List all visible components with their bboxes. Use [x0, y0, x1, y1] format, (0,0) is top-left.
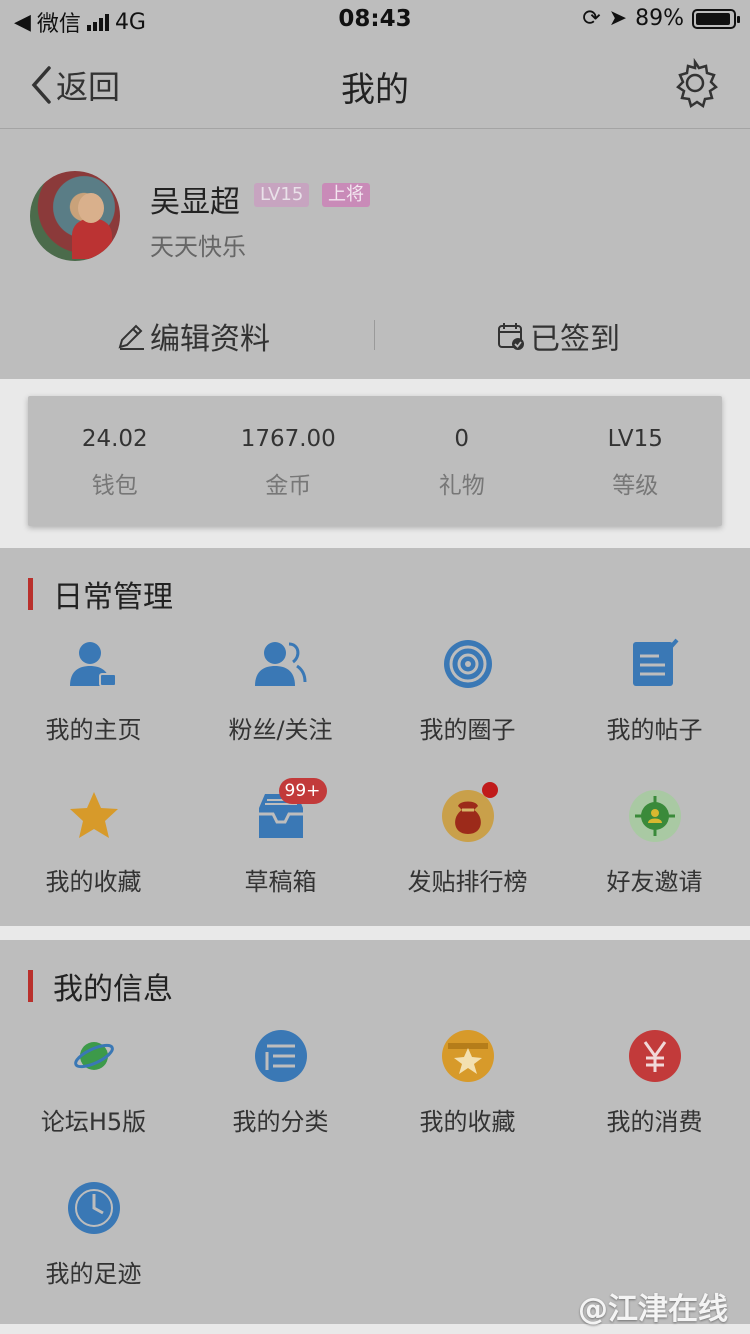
navigation-bar: 返回 我的	[0, 40, 750, 129]
edit-profile-label: 编辑资料	[150, 322, 270, 357]
battery-percent: 89%	[635, 6, 684, 31]
menu-item-my-collection[interactable]: 我的收藏	[374, 1028, 561, 1137]
star-icon	[69, 792, 118, 838]
stats-card: 24.02 钱包 1767.00 金币 0 礼物 LV15 等级	[28, 396, 722, 526]
menu-item-fans-follow[interactable]: 粉丝/关注	[187, 636, 374, 745]
category-list-icon	[254, 1030, 307, 1082]
menu-item-label: 草稿箱	[244, 868, 317, 896]
menu-item-label: 我的主页	[45, 716, 142, 744]
post-edit-icon	[632, 638, 678, 686]
fans-icon	[254, 642, 306, 686]
stat-level[interactable]: LV15 等级	[549, 396, 723, 526]
profile-page: ◀ 微信 4G 08:43 ⟳ ➤ 89% 返回 我的 吴显超 LV15 上将 …	[0, 0, 750, 1334]
calendar-check-icon	[498, 323, 524, 350]
menu-item-label: 我的帖子	[606, 716, 703, 744]
menu-item-label: 我的消费	[606, 1108, 703, 1136]
clock-icon	[67, 1182, 120, 1234]
planet-icon	[73, 1042, 114, 1070]
menu-item-drafts[interactable]: 99+ 草稿箱	[187, 778, 374, 897]
menu-item-label: 好友邀请	[606, 868, 703, 896]
stat-value: 1767.00	[240, 426, 336, 452]
menu-item-invite-friends[interactable]: 好友邀请	[561, 788, 748, 897]
username: 吴显超	[150, 185, 240, 220]
invite-friend-icon	[628, 790, 681, 842]
menu-item-my-favorites[interactable]: 我的收藏	[0, 788, 187, 897]
stat-coins[interactable]: 1767.00 金币	[202, 396, 376, 526]
section-title: 我的信息	[53, 972, 173, 1007]
location-icon: ➤	[608, 6, 628, 31]
user-home-icon	[69, 642, 117, 687]
battery-icon	[692, 8, 740, 29]
stat-value: 0	[454, 426, 470, 452]
status-bar: ◀ 微信 4G 08:43 ⟳ ➤ 89%	[0, 0, 750, 40]
stat-wallet[interactable]: 24.02 钱包	[28, 396, 202, 526]
menu-item-my-categories[interactable]: 我的分类	[187, 1028, 374, 1137]
menu-item-label: 我的足迹	[45, 1260, 142, 1288]
menu-item-my-circle[interactable]: 我的圈子	[374, 636, 561, 745]
circle-target-icon	[443, 640, 492, 688]
page-title: 我的	[341, 70, 409, 110]
menu-item-label: 论坛H5版	[40, 1108, 147, 1136]
menu-item-forum-h5[interactable]: 论坛H5版	[0, 1028, 187, 1137]
favorite-box-icon	[441, 1030, 494, 1082]
avatar[interactable]	[30, 171, 120, 261]
action-divider	[374, 320, 375, 350]
yuan-icon	[628, 1030, 681, 1082]
menu-item-post-ranking[interactable]: 发贴排行榜	[374, 782, 561, 897]
daily-management-section: 日常管理 我的主页 粉丝/关注 我的圈子 我的帖子 我的收藏 99+ 草稿箱 发…	[0, 548, 750, 926]
stat-value: 24.02	[81, 426, 148, 452]
stat-gifts[interactable]: 0 礼物	[375, 396, 549, 526]
edit-profile-button[interactable]: 编辑资料	[116, 314, 270, 358]
menu-item-label: 粉丝/关注	[228, 716, 333, 744]
new-dot-badge	[481, 782, 498, 798]
user-signature: 天天快乐	[150, 233, 246, 261]
menu-item-label: 我的分类	[232, 1108, 329, 1136]
profile-header: 吴显超 LV15 上将 天天快乐 编辑资料 已签到	[0, 129, 750, 379]
stat-label: 等级	[612, 473, 659, 499]
pencil-icon	[118, 324, 144, 350]
menu-item-label: 我的收藏	[45, 868, 142, 896]
stat-label: 礼物	[438, 473, 485, 499]
menu-item-my-posts[interactable]: 我的帖子	[561, 636, 748, 745]
menu-item-my-spending[interactable]: 我的消费	[561, 1028, 748, 1137]
stat-value: LV15	[607, 426, 663, 452]
profile-actions: 编辑资料 已签到	[0, 304, 750, 364]
menu-item-my-home[interactable]: 我的主页	[0, 636, 187, 745]
watermark: @江津在线	[578, 1292, 728, 1327]
menu-item-label: 我的收藏	[419, 1108, 516, 1136]
rank-badge: 上将	[322, 183, 370, 207]
drafts-count-badge: 99+	[278, 778, 327, 804]
settings-gear-icon[interactable]	[670, 58, 720, 108]
menu-item-label: 我的圈子	[419, 716, 516, 744]
rotation-lock-icon: ⟳	[582, 6, 601, 31]
stat-label: 钱包	[91, 473, 138, 499]
section-title: 日常管理	[53, 580, 173, 615]
level-badge: LV15	[254, 183, 310, 207]
signed-in-button[interactable]: 已签到	[496, 314, 620, 358]
stat-label: 金币	[265, 473, 312, 499]
signed-in-label: 已签到	[530, 322, 620, 357]
section-accent-bar	[28, 970, 33, 1002]
menu-item-my-footprints[interactable]: 我的足迹	[0, 1180, 187, 1289]
menu-item-label: 发贴排行榜	[407, 868, 528, 896]
my-info-section: 我的信息 论坛H5版 我的分类 我的收藏 我的消费 我的足迹	[0, 940, 750, 1324]
section-accent-bar	[28, 578, 33, 610]
